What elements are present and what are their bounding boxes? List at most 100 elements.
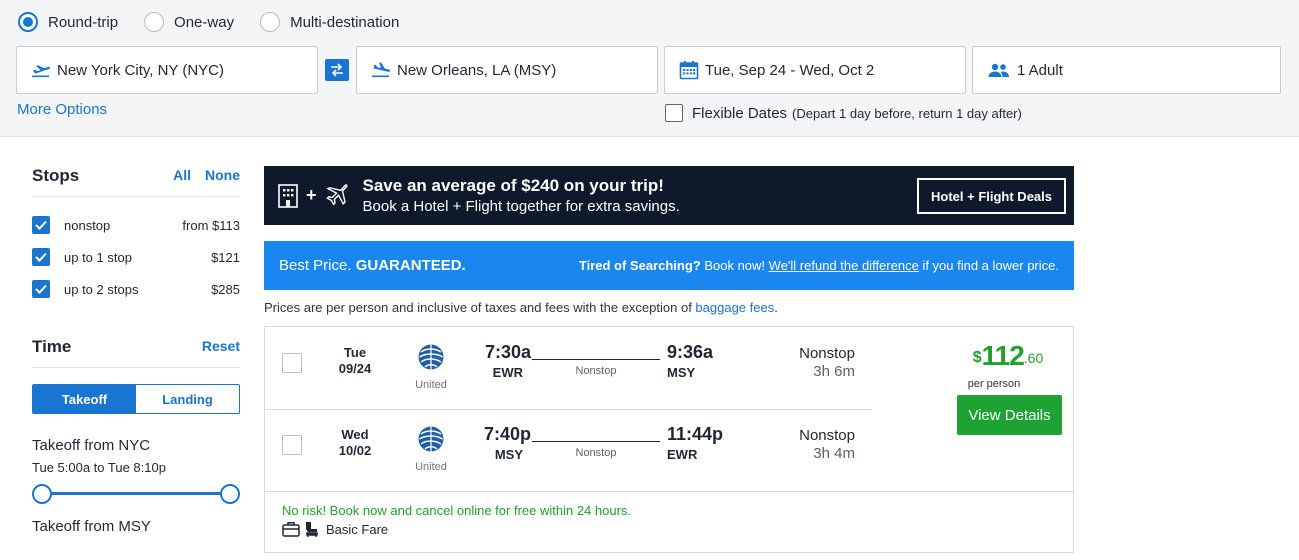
return-leg: Wed 10/02 United 7:40p MSY Nonstop 11:44…: [265, 409, 872, 491]
united-logo-icon: [418, 344, 444, 370]
date-input[interactable]: Tue, Sep 24 - Wed, Oct 2: [664, 46, 966, 94]
stops-none-link[interactable]: None: [205, 167, 240, 183]
flexible-dates-note: (Depart 1 day before, return 1 day after…: [792, 105, 1022, 121]
trip-type-one-way[interactable]: One-way: [144, 12, 234, 32]
leg-stops: Nonstop: [799, 345, 855, 362]
checkbox-checked-icon[interactable]: [32, 280, 50, 298]
leg-select-checkbox[interactable]: [282, 435, 302, 455]
stop-filter-label: up to 2 stops: [64, 281, 139, 297]
trip-type-label: Round-trip: [48, 13, 119, 31]
luggage-icon: [282, 522, 300, 537]
trip-type-group: Round-trip One-way Multi-destination: [18, 12, 425, 32]
airline-name: United: [415, 379, 447, 391]
price-currency: $: [972, 349, 982, 366]
stop-filter-nonstop[interactable]: nonstop from $113: [32, 209, 240, 241]
route-line: [532, 359, 660, 360]
takeoff-nyc-slider[interactable]: [32, 484, 240, 504]
promo-headline: Save an average of $240 on your trip!: [362, 176, 664, 195]
plane-landing-icon: [372, 62, 391, 78]
slider-max-handle[interactable]: [220, 484, 240, 504]
departure-airport: MSY: [494, 447, 523, 462]
per-person-label: per person: [967, 378, 1021, 390]
flexible-dates-label: Flexible Dates: [692, 104, 788, 122]
route-stops-label: Nonstop: [575, 447, 617, 459]
card-footer: No risk! Book now and cancel online for …: [265, 491, 1073, 537]
price-disclaimer: Prices are per person and inclusive of t…: [264, 300, 778, 315]
tab-takeoff[interactable]: Takeoff: [33, 385, 136, 413]
arrival-time: 11:44p: [667, 424, 724, 444]
tab-landing[interactable]: Landing: [136, 385, 239, 413]
stop-filter-one-stop[interactable]: up to 1 stop $121: [32, 241, 240, 273]
radio-icon[interactable]: [260, 12, 281, 32]
leg-day: Wed: [341, 427, 369, 442]
hotel-icon: [278, 183, 298, 208]
stops-title: Stops: [32, 166, 80, 185]
slider-min-handle[interactable]: [32, 484, 52, 504]
time-title: Time: [32, 337, 72, 356]
stops-all-link[interactable]: All: [173, 167, 191, 183]
departure-time: 7:40p: [483, 424, 531, 444]
view-details-button[interactable]: View Details: [957, 395, 1062, 435]
flexible-dates-checkbox[interactable]: [665, 104, 683, 122]
airplane-icon: [325, 183, 348, 206]
swap-button[interactable]: [325, 59, 349, 81]
departure: 7:30a EWR: [471, 342, 531, 380]
hotel-flight-deals-button[interactable]: Hotel + Flight Deals: [917, 178, 1066, 214]
refund-difference-link[interactable]: We'll refund the difference: [769, 258, 919, 273]
guarantee-end-text: if you find a lower price.: [918, 258, 1059, 273]
travelers-icon: [988, 63, 1009, 77]
guarantee-mid-text: Book now!: [700, 258, 769, 273]
travelers-value: 1 Adult: [1017, 61, 1063, 79]
trip-type-multi-destination[interactable]: Multi-destination: [260, 12, 399, 32]
trip-type-round-trip[interactable]: Round-trip: [18, 12, 118, 32]
radio-icon[interactable]: [144, 12, 165, 32]
arrival-airport: EWR: [667, 447, 698, 462]
leg-date: Wed 10/02: [325, 427, 385, 459]
departure: 7:40p MSY: [471, 424, 531, 462]
takeoff-landing-toggle: Takeoff Landing: [32, 384, 240, 414]
fare-type: Basic Fare: [282, 521, 1073, 537]
leg-date-value: 09/24: [338, 361, 372, 376]
airline-name: United: [415, 461, 447, 473]
radio-selected-icon[interactable]: [18, 12, 38, 32]
takeoff-nyc-title: Takeoff from NYC: [32, 437, 151, 454]
guarantee-bold-text: GUARANTEED.: [355, 257, 466, 274]
destination-input[interactable]: New Orleans, LA (MSY): [356, 46, 658, 94]
time-reset-link[interactable]: Reset: [202, 338, 240, 354]
price-guarantee-banner: Best Price. GUARANTEED. Tired of Searchi…: [264, 241, 1074, 290]
takeoff-msy-title: Takeoff from MSY: [32, 518, 151, 535]
stop-filter-price: $285: [211, 281, 240, 297]
checkbox-checked-icon[interactable]: [32, 216, 50, 234]
stop-filter-label: up to 1 stop: [64, 249, 132, 265]
stop-filter-two-stops[interactable]: up to 2 stops $285: [32, 273, 240, 305]
disclaimer-text: Prices are per person and inclusive of t…: [264, 300, 696, 315]
plus-sign: +: [306, 185, 317, 205]
price-amount: $112.60: [933, 341, 1083, 376]
travelers-input[interactable]: 1 Adult: [972, 46, 1281, 94]
promo-subline: Book a Hotel + Flight together for extra…: [362, 198, 680, 215]
flight-result-card: Tue 09/24 United 7:30a EWR Nonstop 9:36a…: [264, 326, 1074, 553]
baggage-fees-link[interactable]: baggage fees: [695, 300, 774, 315]
more-options-link[interactable]: More Options: [17, 101, 107, 118]
slider-track[interactable]: [40, 492, 232, 495]
time-header: Time Reset: [32, 337, 240, 368]
flexible-dates-toggle[interactable]: Flexible Dates (Depart 1 day before, ret…: [665, 104, 1022, 122]
origin-input[interactable]: New York City, NY (NYC): [16, 46, 318, 94]
trip-type-label: Multi-destination: [290, 13, 400, 31]
calendar-icon: [679, 61, 699, 80]
checkbox-checked-icon[interactable]: [32, 248, 50, 266]
arrival: 9:36a MSY: [667, 342, 727, 380]
arrival: 11:44p EWR: [667, 424, 727, 462]
trip-type-label: One-way: [174, 13, 235, 31]
stop-filter-price: $121: [211, 249, 240, 265]
price-cents: .60: [1023, 350, 1044, 366]
fare-type-label: Basic Fare: [326, 521, 389, 537]
hotel-flight-promo: + Save an average of $240 on your trip! …: [264, 166, 1074, 225]
leg-select-checkbox[interactable]: [282, 353, 302, 373]
price-box: $112.60 per person: [933, 341, 1083, 391]
leg-date-value: 10/02: [338, 443, 372, 458]
no-risk-note: No risk! Book now and cancel online for …: [282, 503, 632, 518]
disclaimer-end: .: [774, 300, 778, 315]
route-stops-label: Nonstop: [575, 365, 617, 377]
guarantee-question: Tired of Searching?: [578, 258, 701, 273]
